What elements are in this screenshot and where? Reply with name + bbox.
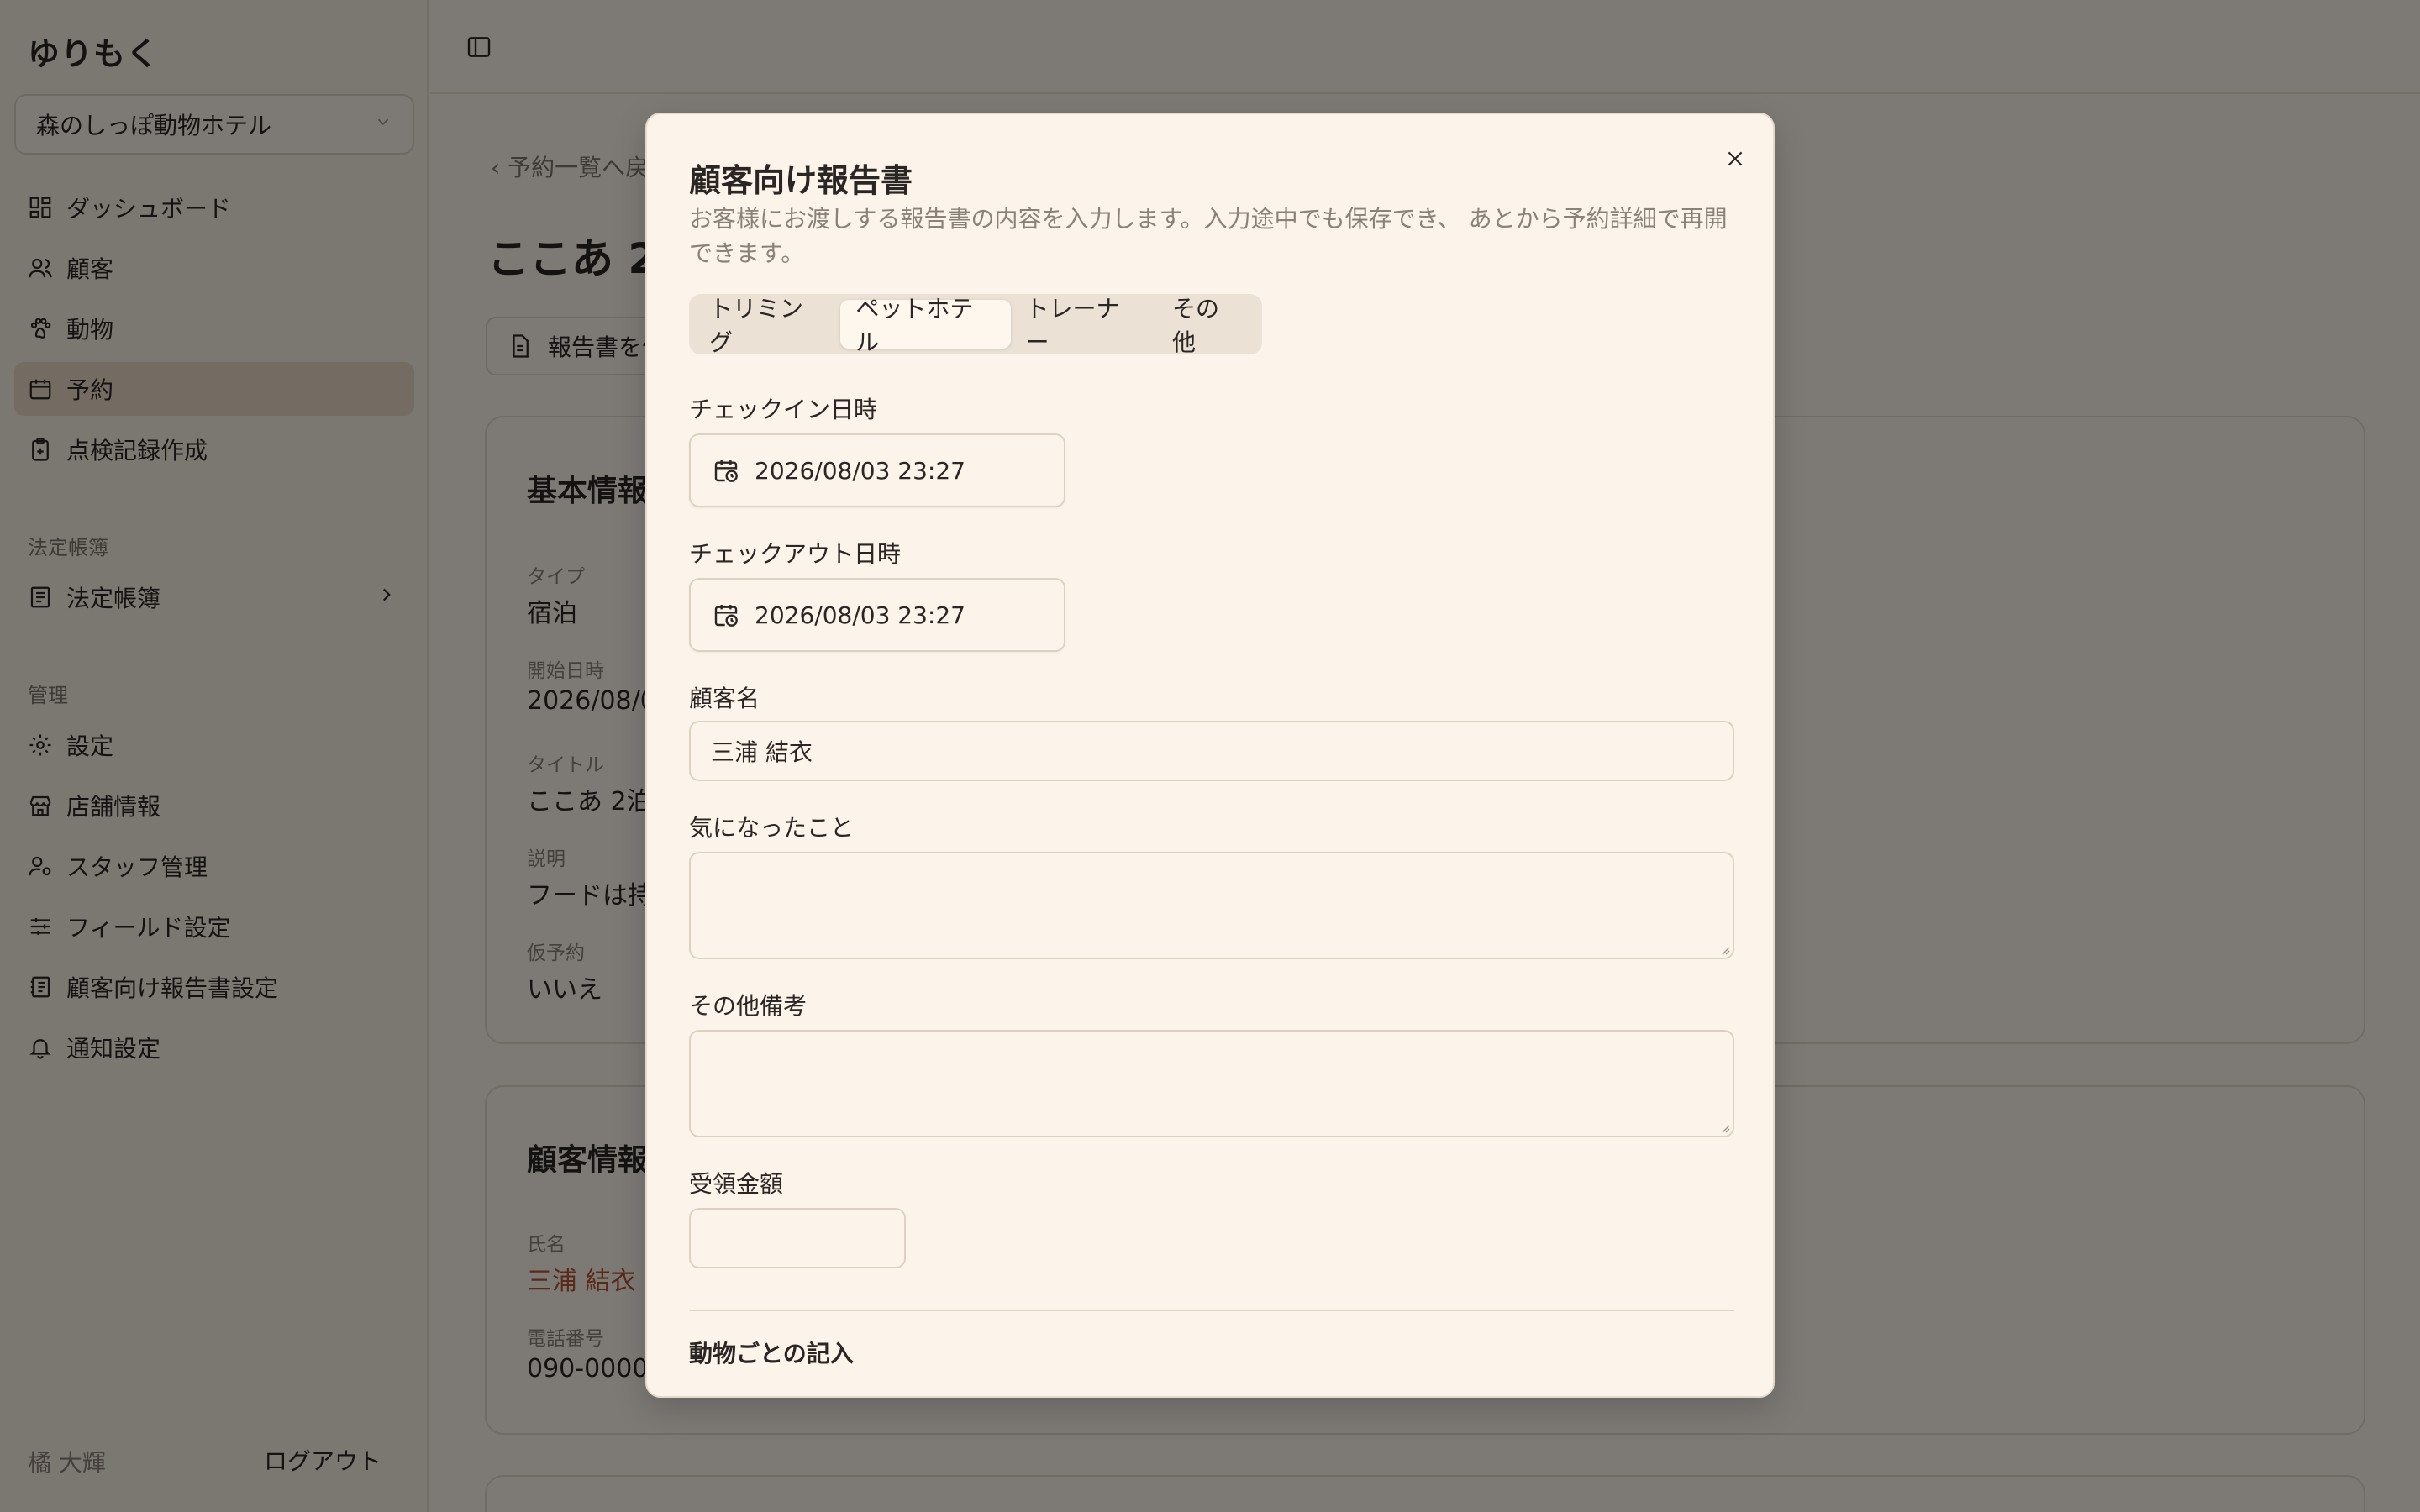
resize-grip-icon[interactable]	[1718, 1121, 1730, 1133]
amount-field[interactable]	[689, 1208, 906, 1268]
tab-pet-hotel[interactable]: ペットホテル	[840, 295, 1011, 356]
close-icon[interactable]	[1723, 146, 1748, 171]
notes-label: その他備考	[689, 992, 808, 1020]
section-divider	[689, 1310, 1734, 1311]
amount-label: 受領金額	[689, 1170, 784, 1198]
dialog-title: 顧客向け報告書	[689, 162, 913, 199]
report-type-tabs: トリミング ペットホテル トレーナー その他	[689, 294, 1262, 356]
calendar-clock-icon	[714, 460, 738, 482]
checkin-datetime-field[interactable]: 2026/08/03 23:27	[689, 433, 1065, 507]
tab-other[interactable]: その他	[1157, 295, 1257, 356]
animal-section-title: 動物ごとの記入	[689, 1340, 854, 1368]
checkout-value: 2026/08/03 23:27	[755, 601, 965, 629]
concerns-label: 気になったこと	[689, 814, 855, 842]
calendar-clock-icon	[714, 605, 738, 627]
checkout-label: チェックアウト日時	[689, 540, 902, 568]
customer-name-field[interactable]: 三浦 結衣	[689, 721, 1734, 781]
dialog-description: お客様にお渡しする報告書の内容を入力します。入力途中でも保存でき、 あとから予約…	[689, 205, 1728, 267]
report-dialog: 顧客向け報告書 お客様にお渡しする報告書の内容を入力します。入力途中でも保存でき…	[645, 113, 1775, 1398]
checkin-value: 2026/08/03 23:27	[755, 456, 965, 485]
concerns-textarea[interactable]	[689, 852, 1734, 959]
resize-grip-icon[interactable]	[1718, 943, 1730, 955]
tab-trimming[interactable]: トリミング	[694, 295, 840, 356]
notes-textarea[interactable]	[689, 1030, 1734, 1137]
customer-name-label: 顧客名	[689, 685, 760, 712]
checkout-datetime-field[interactable]: 2026/08/03 23:27	[689, 578, 1065, 652]
tab-trainer[interactable]: トレーナー	[1011, 295, 1157, 356]
customer-name-value: 三浦 結衣	[711, 738, 813, 766]
checkin-label: チェックイン日時	[689, 396, 878, 423]
